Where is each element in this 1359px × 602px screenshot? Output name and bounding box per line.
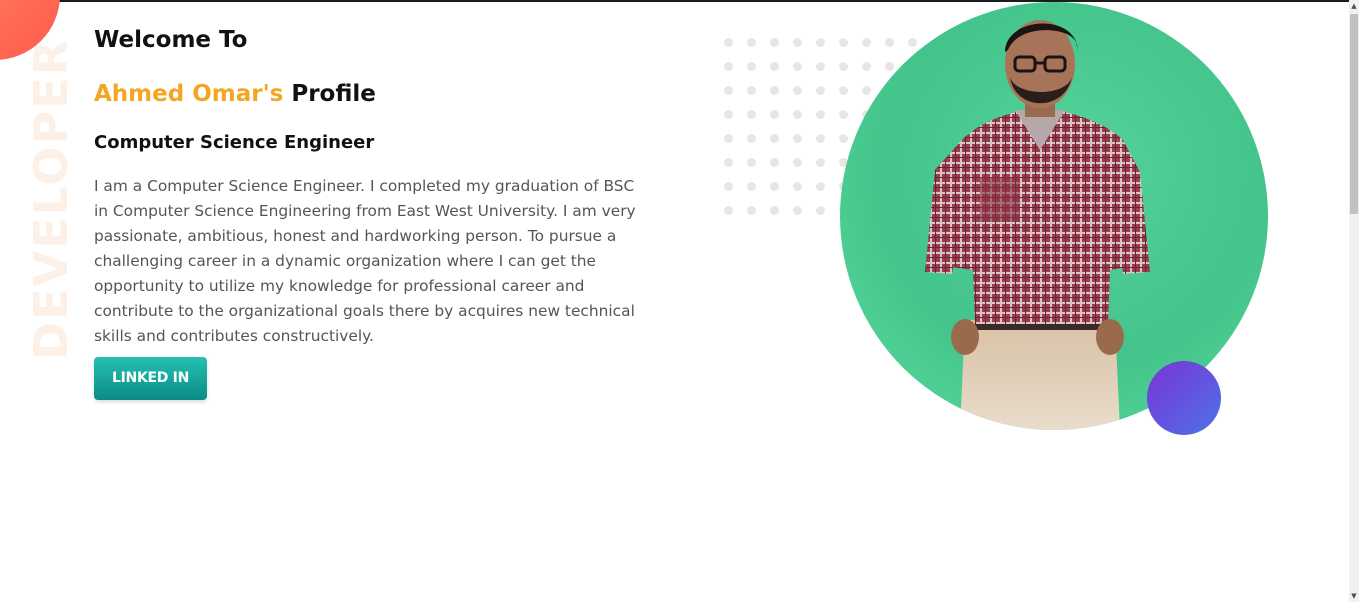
decor-dot <box>770 134 779 143</box>
bio-paragraph: I am a Computer Science Engineer. I comp… <box>94 177 636 345</box>
decor-dot <box>724 206 733 215</box>
profile-word: Profile <box>291 81 376 107</box>
decor-dot <box>793 110 802 119</box>
vertical-developer-text: DEVELOPER <box>24 38 78 360</box>
triangle-down-icon[interactable]: ▼ <box>1349 590 1359 602</box>
decor-dot <box>770 62 779 71</box>
decor-dot <box>770 110 779 119</box>
triangle-up-icon[interactable]: ▲ <box>1349 0 1359 12</box>
decor-dot <box>816 158 825 167</box>
decor-dot <box>724 158 733 167</box>
decor-dot <box>770 182 779 191</box>
vertical-scrollbar[interactable]: ▲ ▼ <box>1349 0 1359 602</box>
decor-dot <box>747 182 756 191</box>
decor-dot <box>747 158 756 167</box>
job-title: Computer Science Engineer <box>94 132 375 153</box>
decor-dot <box>747 38 756 47</box>
decor-dot <box>747 86 756 95</box>
decor-dot <box>793 206 802 215</box>
decor-dot <box>816 110 825 119</box>
linkedin-button[interactable]: LINKED IN <box>94 357 207 400</box>
decor-dot <box>724 182 733 191</box>
decor-dot <box>770 86 779 95</box>
decor-dot <box>793 38 802 47</box>
decor-dot <box>724 38 733 47</box>
scrollbar-thumb[interactable] <box>1350 14 1358 214</box>
decor-dot <box>816 134 825 143</box>
profile-heading: Ahmed Omar's Profile <box>94 78 639 110</box>
decor-dot <box>816 62 825 71</box>
decor-dot <box>793 62 802 71</box>
decor-dot <box>793 134 802 143</box>
page: DEVELOPER Welcome To Ahmed Omar's Profil… <box>0 0 1359 602</box>
decor-dot <box>747 206 756 215</box>
hero-content: Welcome To Ahmed Omar's Profile Computer… <box>94 24 639 400</box>
decor-dot <box>816 206 825 215</box>
welcome-heading: Welcome To <box>94 27 248 53</box>
decor-dot <box>724 86 733 95</box>
decor-dot <box>747 110 756 119</box>
accent-circle-decoration <box>1147 361 1221 435</box>
profile-name: Ahmed Omar's <box>94 81 284 107</box>
decor-dot <box>724 134 733 143</box>
decor-dot <box>747 134 756 143</box>
decor-dot <box>724 62 733 71</box>
decor-dot <box>816 182 825 191</box>
decor-dot <box>770 206 779 215</box>
decor-dot <box>793 182 802 191</box>
decor-dot <box>793 158 802 167</box>
decor-dot <box>747 62 756 71</box>
decor-dot <box>816 38 825 47</box>
decor-dot <box>770 158 779 167</box>
decor-dot <box>724 110 733 119</box>
decor-dot <box>793 86 802 95</box>
decor-dot <box>770 38 779 47</box>
decor-dot <box>816 86 825 95</box>
